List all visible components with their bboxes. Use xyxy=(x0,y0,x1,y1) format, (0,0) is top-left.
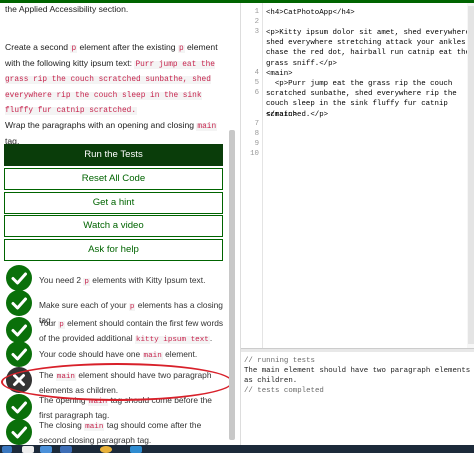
code-editor[interactable]: 1 2 3 4 5 6 7 8 9 10 <h4>CatPhotoApp</h4… xyxy=(241,3,474,348)
create-instruction: Create a second p element after the exis… xyxy=(5,42,218,115)
console-error: The main element should have two paragra… xyxy=(244,367,471,385)
run-tests-button[interactable]: Run the Tests xyxy=(4,144,223,166)
code-line-1: <h4>CatPhotoApp</h4> xyxy=(266,9,355,17)
check-icon xyxy=(6,341,32,367)
red-annotation-circle xyxy=(1,363,232,401)
test-console: // running tests The main element should… xyxy=(241,354,474,450)
panel-divider[interactable] xyxy=(241,348,474,352)
code-line-7: </main> xyxy=(266,111,298,119)
app-icon[interactable] xyxy=(60,446,72,453)
inline-code-main: main xyxy=(196,123,218,131)
kitty-ipsum-code: Purr jump eat the grass rip the couch sc… xyxy=(5,60,215,115)
chrome-icon[interactable] xyxy=(100,446,112,453)
check-icon xyxy=(6,394,32,420)
search-icon[interactable] xyxy=(22,446,34,453)
start-icon[interactable] xyxy=(2,446,12,453)
watch-video-button[interactable]: Watch a video xyxy=(4,215,223,237)
instructions-panel: the Applied Accessibility section. Creat… xyxy=(0,3,232,450)
get-hint-button[interactable]: Get a hint xyxy=(4,192,223,214)
check-icon xyxy=(6,290,32,316)
taskbar xyxy=(0,445,474,453)
console-completed: // tests completed xyxy=(244,387,324,395)
console-running: // running tests xyxy=(244,357,315,365)
reset-code-button[interactable]: Reset All Code xyxy=(4,168,223,190)
app-icon[interactable] xyxy=(130,446,142,453)
inline-code-p: p xyxy=(177,45,185,53)
section-text: the Applied Accessibility section. xyxy=(5,4,129,14)
code-line-3: <p>Kitty ipsum dolor sit amet, shed ever… xyxy=(266,29,471,68)
line-number-gutter: 1 2 3 4 5 6 7 8 9 10 xyxy=(241,3,263,348)
editor-scroll-thumb[interactable] xyxy=(468,6,474,344)
check-icon xyxy=(6,265,32,291)
editor-scrollbar[interactable] xyxy=(467,3,474,348)
instructions-scrollbar[interactable] xyxy=(229,130,235,440)
editor-panel: 1 2 3 4 5 6 7 8 9 10 <h4>CatPhotoApp</h4… xyxy=(240,3,474,450)
telegram-icon[interactable] xyxy=(40,446,52,453)
ask-help-button[interactable]: Ask for help xyxy=(4,239,223,261)
check-icon xyxy=(6,419,32,445)
check-icon xyxy=(6,317,32,343)
code-line-5: <main> xyxy=(266,70,293,78)
